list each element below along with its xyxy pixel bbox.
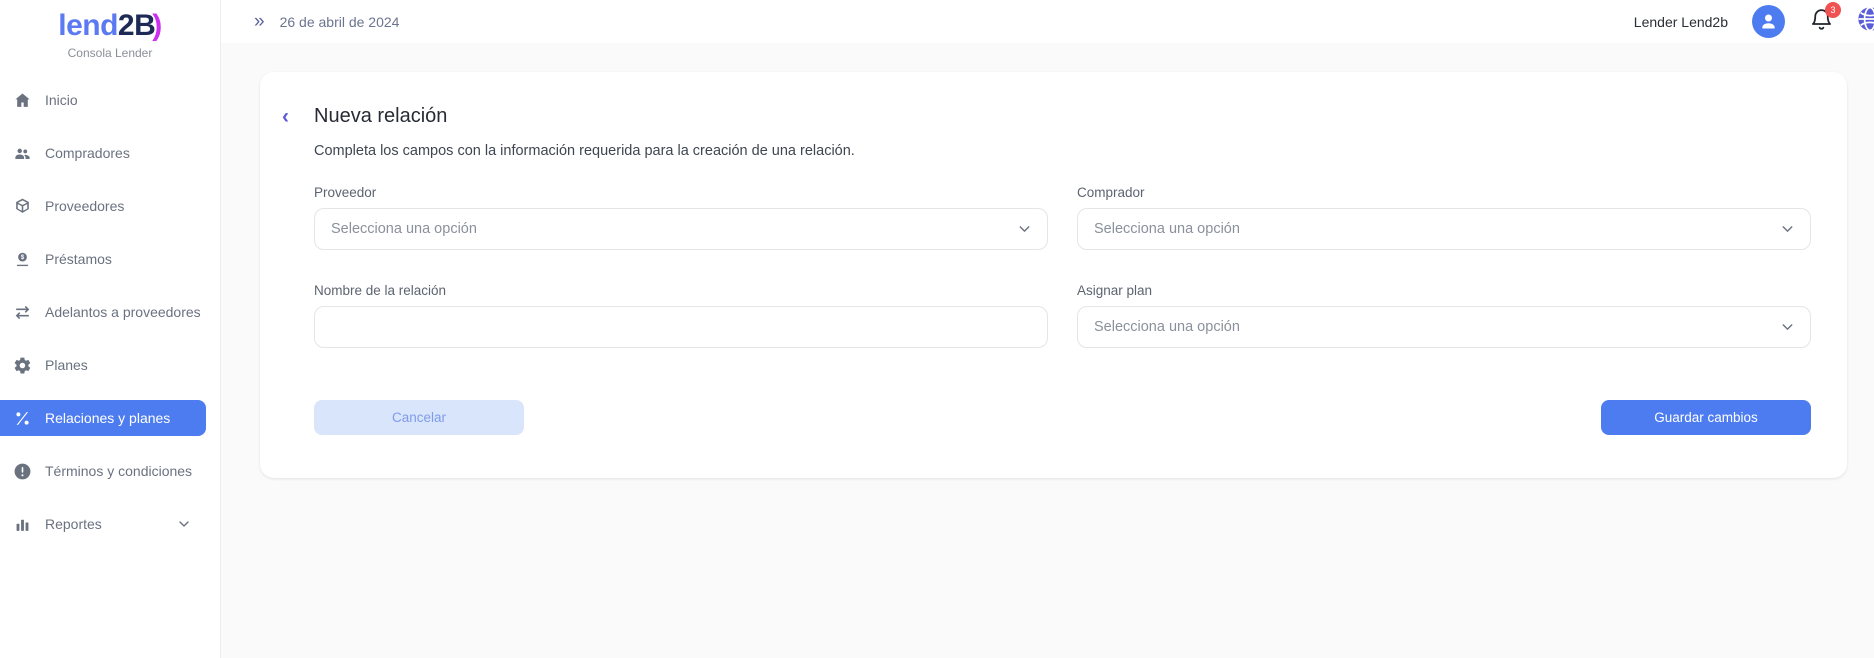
gear-icon — [13, 356, 32, 375]
logo-text: lend2B) — [0, 10, 220, 42]
percent-icon — [13, 409, 32, 428]
new-relation-card: ‹ Nueva relación Completa los campos con… — [260, 72, 1847, 478]
sidebar: lend2B) Consola Lender Inicio Compradore… — [0, 0, 221, 658]
form-grid: Proveedor Selecciona una opción Comprado… — [314, 185, 1811, 348]
relation-form: Proveedor Selecciona una opción Comprado… — [314, 185, 1811, 435]
back-button[interactable]: ‹ — [278, 105, 314, 129]
brand-logo: lend2B) Consola Lender — [0, 0, 220, 60]
package-icon — [13, 197, 32, 216]
comprador-placeholder: Selecciona una opción — [1094, 221, 1240, 237]
chevron-down-icon — [1779, 221, 1796, 238]
notifications-button[interactable]: 3 — [1809, 7, 1834, 37]
asignar-plan-label: Asignar plan — [1077, 283, 1811, 298]
chevron-left-icon: ‹ — [282, 105, 289, 128]
bar-chart-icon — [13, 515, 32, 534]
page-subtitle: Completa los campos con la información r… — [314, 143, 1811, 159]
sidebar-collapse-icon[interactable]: » — [254, 12, 265, 31]
topbar: » 26 de abril de 2024 Lender Lend2b 3 — [221, 0, 1874, 43]
sidebar-item-label: Préstamos — [45, 251, 112, 267]
asignar-plan-placeholder: Selecciona una opción — [1094, 319, 1240, 335]
globe-icon — [1856, 5, 1874, 33]
cancel-button[interactable]: Cancelar — [314, 400, 524, 435]
chevron-down-icon — [176, 516, 192, 532]
chevron-down-icon — [1779, 319, 1796, 336]
sidebar-item-adelantos-a-proveedores[interactable]: Adelantos a proveedores — [0, 294, 206, 330]
person-icon — [1758, 11, 1779, 32]
users-icon — [13, 144, 32, 163]
sidebar-item-compradores[interactable]: Compradores — [0, 135, 206, 171]
sidebar-item-prestamos[interactable]: $ Préstamos — [0, 241, 206, 277]
topbar-date: 26 de abril de 2024 — [280, 14, 400, 30]
language-button[interactable] — [1856, 5, 1874, 38]
comprador-select[interactable]: Selecciona una opción — [1077, 208, 1811, 250]
sidebar-item-proveedores[interactable]: Proveedores — [0, 188, 206, 224]
main-column: » 26 de abril de 2024 Lender Lend2b 3 — [221, 0, 1874, 658]
app-root: lend2B) Consola Lender Inicio Compradore… — [0, 0, 1874, 658]
nombre-relacion-input[interactable] — [315, 307, 1047, 347]
sidebar-item-label: Inicio — [45, 92, 78, 108]
asignar-plan-select[interactable]: Selecciona una opción — [1077, 306, 1811, 348]
home-icon — [13, 91, 32, 110]
sidebar-item-planes[interactable]: Planes — [0, 347, 206, 383]
nombre-relacion-label: Nombre de la relación — [314, 283, 1048, 298]
sidebar-item-label: Proveedores — [45, 198, 124, 214]
save-button[interactable]: Guardar cambios — [1601, 400, 1811, 435]
proveedor-placeholder: Selecciona una opción — [331, 221, 477, 237]
logo-part-dark: 2B — [118, 9, 155, 42]
nombre-relacion-box — [314, 306, 1048, 348]
logo-accent: ) — [152, 9, 162, 42]
field-comprador: Comprador Selecciona una opción — [1077, 185, 1811, 250]
alert-circle-icon — [13, 462, 32, 481]
sidebar-item-reportes[interactable]: Reportes — [0, 506, 206, 542]
content-area: ‹ Nueva relación Completa los campos con… — [221, 43, 1874, 658]
sidebar-item-label: Planes — [45, 357, 88, 373]
sidebar-nav: Inicio Compradores Proveedores $ Préstam… — [0, 82, 220, 542]
user-avatar[interactable] — [1752, 5, 1785, 38]
coin-icon: $ — [13, 250, 32, 269]
transfer-icon — [13, 303, 32, 322]
card-header: ‹ Nueva relación Completa los campos con… — [278, 105, 1811, 159]
page-title: Nueva relación — [314, 105, 1811, 128]
comprador-label: Comprador — [1077, 185, 1811, 200]
field-asignar-plan: Asignar plan Selecciona una opción — [1077, 283, 1811, 348]
proveedor-label: Proveedor — [314, 185, 1048, 200]
sidebar-item-relaciones-y-planes[interactable]: Relaciones y planes — [0, 400, 206, 436]
logo-part-blue: lend — [58, 9, 118, 42]
sidebar-item-label: Compradores — [45, 145, 130, 161]
proveedor-select[interactable]: Selecciona una opción — [314, 208, 1048, 250]
sidebar-item-label: Términos y condiciones — [45, 463, 192, 479]
sidebar-item-label: Reportes — [45, 516, 102, 532]
user-name: Lender Lend2b — [1634, 14, 1728, 30]
sidebar-item-label: Adelantos a proveedores — [45, 304, 201, 320]
field-nombre-relacion: Nombre de la relación — [314, 283, 1048, 348]
chevron-down-icon — [1016, 221, 1033, 238]
notification-badge: 3 — [1825, 2, 1841, 18]
sidebar-item-terminos-y-condiciones[interactable]: Términos y condiciones — [0, 453, 206, 489]
card-titles: Nueva relación Completa los campos con l… — [314, 105, 1811, 159]
form-actions: Cancelar Guardar cambios — [314, 400, 1811, 435]
brand-subtitle: Consola Lender — [0, 46, 220, 60]
sidebar-item-inicio[interactable]: Inicio — [0, 82, 206, 118]
sidebar-item-label: Relaciones y planes — [45, 410, 170, 426]
field-proveedor: Proveedor Selecciona una opción — [314, 185, 1048, 250]
topbar-right: Lender Lend2b 3 — [1634, 5, 1874, 38]
